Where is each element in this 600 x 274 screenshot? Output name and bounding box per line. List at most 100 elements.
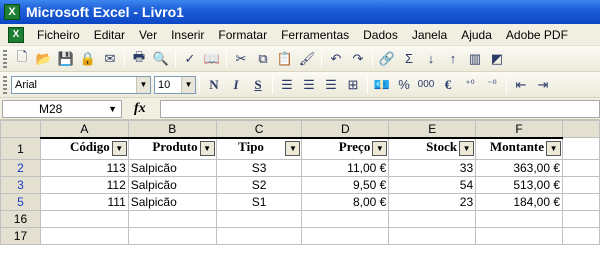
percent-button[interactable]: % (394, 75, 414, 95)
row-header[interactable]: 17 (0, 227, 41, 245)
cell[interactable] (301, 210, 390, 228)
header-cell-tipo[interactable]: Tipo ▼ (215, 136, 303, 160)
cell-preco[interactable]: 11,00 € (301, 159, 390, 177)
cell[interactable] (301, 227, 390, 245)
column-header-g[interactable] (562, 120, 600, 138)
autofilter-dropdown-icon[interactable]: ▼ (546, 140, 562, 156)
drawing-icon[interactable]: ◩ (487, 49, 507, 69)
cell[interactable] (562, 137, 600, 160)
align-left-icon[interactable]: ☰ (277, 75, 297, 95)
cell[interactable] (562, 193, 600, 211)
copy-icon[interactable]: ⧉ (253, 49, 273, 69)
currency-style-icon[interactable]: 💶 (372, 75, 392, 95)
cell-stock[interactable]: 33 (388, 159, 477, 177)
cell-stock[interactable]: 23 (388, 193, 477, 211)
autosum-icon[interactable]: Σ (399, 49, 419, 69)
header-cell-produto[interactable]: Produto ▼ (127, 136, 217, 160)
spelling-icon[interactable]: ✓ (180, 49, 200, 69)
fx-icon[interactable]: fx (134, 101, 146, 117)
chevron-down-icon[interactable]: ▼ (136, 76, 150, 93)
email-icon[interactable]: ✉ (100, 49, 120, 69)
decrease-decimal-icon[interactable]: ⁻⁰ (482, 75, 502, 95)
menu-ver[interactable]: Ver (132, 28, 164, 42)
formula-input[interactable] (159, 99, 600, 118)
menu-janela[interactable]: Janela (405, 28, 454, 42)
hyperlink-icon[interactable]: 🔗 (377, 49, 397, 69)
cell-montante[interactable]: 363,00 € (475, 159, 564, 177)
autofilter-dropdown-icon[interactable]: ▼ (199, 140, 215, 156)
autofilter-dropdown-icon[interactable]: ▼ (111, 140, 127, 156)
sort-descending-icon[interactable]: ↑ (443, 49, 463, 69)
row-header[interactable]: 3 (0, 176, 41, 194)
menu-formatar[interactable]: Formatar (211, 28, 274, 42)
cell[interactable] (562, 210, 600, 228)
cell[interactable] (215, 227, 303, 245)
font-size-select[interactable]: 10 ▼ (154, 75, 196, 94)
cell-produto[interactable]: Salpicão (127, 193, 217, 211)
column-header-a[interactable]: A (39, 120, 129, 138)
increase-indent-icon[interactable]: ⇥ (533, 75, 553, 95)
row-header[interactable]: 2 (0, 159, 41, 177)
font-name-select[interactable]: Arial ▼ (11, 75, 151, 94)
align-right-icon[interactable]: ☰ (321, 75, 341, 95)
cell-tipo[interactable]: S1 (215, 193, 303, 211)
column-header-c[interactable]: C (215, 120, 303, 138)
cell[interactable] (562, 176, 600, 194)
print-icon[interactable]: 🖶 (129, 49, 149, 69)
cut-icon[interactable]: ✂ (231, 49, 251, 69)
menu-inserir[interactable]: Inserir (164, 28, 211, 42)
menu-editar[interactable]: Editar (87, 28, 132, 42)
row-header[interactable]: 16 (0, 210, 41, 228)
column-header-d[interactable]: D (301, 120, 390, 138)
thousands-button[interactable]: 000 (416, 75, 436, 95)
cell-produto[interactable]: Salpicão (127, 159, 217, 177)
bold-button[interactable]: N (204, 75, 224, 95)
underline-button[interactable]: S (248, 75, 268, 95)
header-cell-stock[interactable]: Stock ▼ (388, 136, 477, 160)
select-all-corner[interactable] (0, 120, 41, 138)
cell[interactable] (562, 227, 600, 245)
cell-produto[interactable]: Salpicão (127, 176, 217, 194)
chevron-down-icon[interactable]: ▼ (108, 104, 117, 114)
format-painter-icon[interactable]: 🖌 (297, 49, 317, 69)
autofilter-dropdown-icon[interactable]: ▼ (459, 140, 475, 156)
decrease-indent-icon[interactable]: ⇤ (511, 75, 531, 95)
toolbar-grip[interactable] (3, 75, 7, 94)
cell-preco[interactable]: 9,50 € (301, 176, 390, 194)
menu-adobe-pdf[interactable]: Adobe PDF (499, 28, 575, 42)
name-box[interactable]: M28 ▼ (2, 99, 122, 118)
column-header-b[interactable]: B (127, 120, 217, 138)
column-header-f[interactable]: F (475, 120, 564, 138)
menu-ajuda[interactable]: Ajuda (454, 28, 499, 42)
save-icon[interactable]: 💾 (56, 49, 76, 69)
redo-icon[interactable]: ↷ (348, 49, 368, 69)
toolbar-grip[interactable] (3, 49, 7, 68)
cell[interactable] (215, 210, 303, 228)
chevron-down-icon[interactable]: ▼ (181, 76, 195, 93)
cell[interactable] (388, 210, 477, 228)
euro-button[interactable]: € (438, 75, 458, 95)
cell[interactable] (127, 210, 217, 228)
merge-center-icon[interactable]: ⊞ (343, 75, 363, 95)
autofilter-dropdown-icon[interactable]: ▼ (372, 140, 388, 156)
cell-tipo[interactable]: S2 (215, 176, 303, 194)
cell[interactable] (39, 210, 129, 228)
cell[interactable] (388, 227, 477, 245)
new-file-icon[interactable]: 🗋 (12, 49, 32, 69)
cell[interactable] (127, 227, 217, 245)
align-center-icon[interactable]: ☰ (299, 75, 319, 95)
autofilter-dropdown-icon[interactable]: ▼ (285, 140, 301, 156)
cell-tipo[interactable]: S3 (215, 159, 303, 177)
cell-codigo[interactable]: 113 (39, 159, 129, 177)
cell-montante[interactable]: 184,00 € (475, 193, 564, 211)
cell[interactable] (475, 227, 564, 245)
cell-codigo[interactable]: 111 (39, 193, 129, 211)
permission-icon[interactable]: 🔒 (78, 49, 98, 69)
sort-ascending-icon[interactable]: ↓ (421, 49, 441, 69)
cell-stock[interactable]: 54 (388, 176, 477, 194)
open-folder-icon[interactable]: 📂 (34, 49, 54, 69)
column-header-e[interactable]: E (388, 120, 477, 138)
print-preview-icon[interactable]: 🔍 (151, 49, 171, 69)
undo-icon[interactable]: ↶ (326, 49, 346, 69)
increase-decimal-icon[interactable]: ⁺⁰ (460, 75, 480, 95)
